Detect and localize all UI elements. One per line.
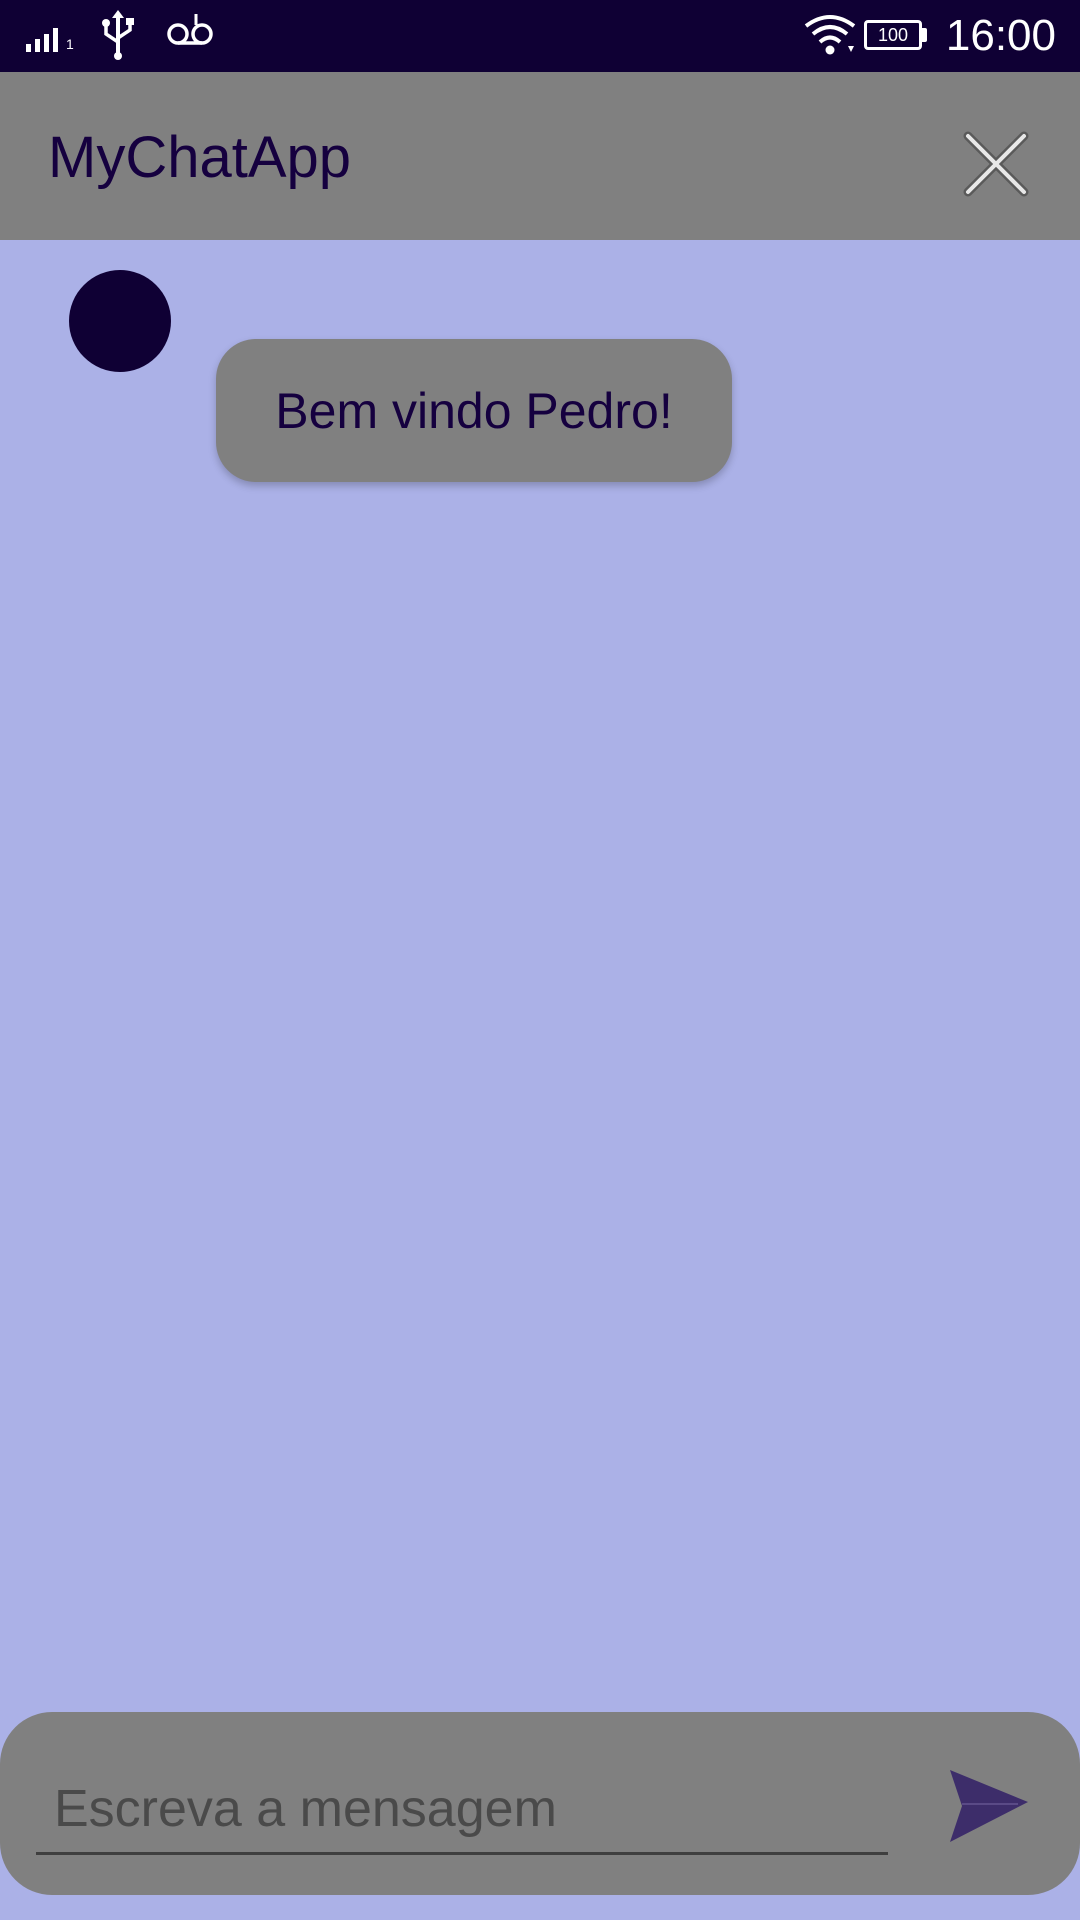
- message-text: Bem vindo Pedro!: [275, 382, 673, 439]
- battery-tip: [922, 28, 927, 42]
- chat-area[interactable]: Bem vindo Pedro!: [0, 240, 1080, 1712]
- message-composer: [0, 1712, 1080, 1895]
- voicemail-icon: [167, 14, 213, 45]
- battery-level: 100: [877, 25, 909, 45]
- sim-slot-label: 1: [66, 36, 74, 52]
- close-icon: [963, 131, 1029, 197]
- status-bar: 1 100 16:00: [0, 0, 1080, 72]
- wifi-icon: [804, 15, 856, 55]
- app-bar: MyChatApp: [0, 72, 1080, 240]
- battery-icon: 100: [864, 20, 922, 50]
- avatar: [69, 270, 171, 372]
- message-input[interactable]: [36, 1765, 888, 1855]
- send-button[interactable]: [946, 1764, 1030, 1848]
- send-icon: [950, 1770, 1028, 1842]
- close-button[interactable]: [956, 124, 1036, 204]
- message-bubble: Bem vindo Pedro!: [216, 339, 732, 482]
- app-title: MyChatApp: [48, 125, 352, 190]
- usb-icon: [102, 10, 134, 60]
- status-time: 16:00: [945, 11, 1056, 60]
